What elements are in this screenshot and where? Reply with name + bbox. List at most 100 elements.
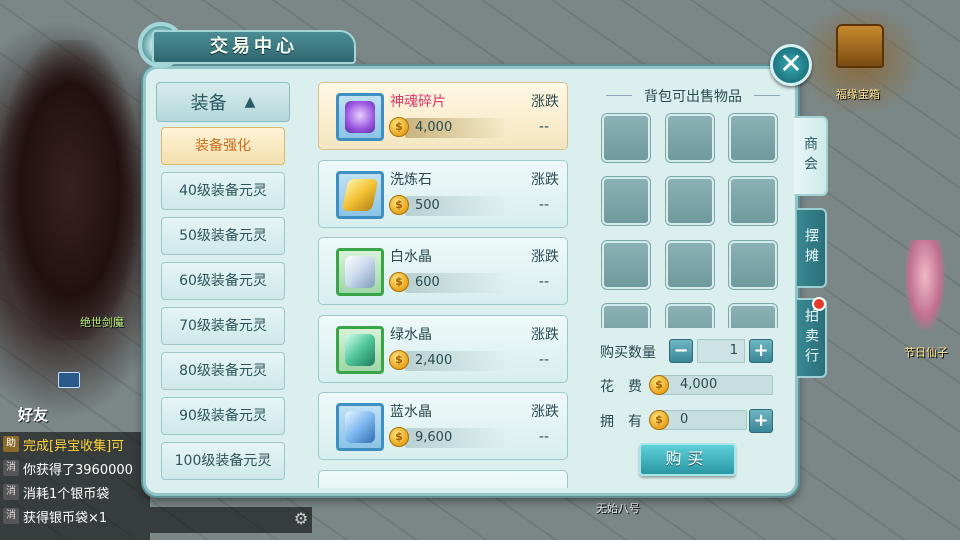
npc-festival-fairy[interactable] [905, 240, 945, 330]
chat-tag: 消 [3, 508, 19, 524]
inventory-slot[interactable] [728, 240, 778, 290]
item-glyph [345, 256, 375, 288]
owned-label: 拥 有 [600, 414, 642, 430]
notification-dot-icon [812, 297, 826, 311]
inventory-slot[interactable] [665, 303, 715, 328]
item-name: 绿水晶 [390, 327, 432, 343]
item-glyph [345, 101, 375, 133]
inventory-slot[interactable] [728, 176, 778, 226]
coin-icon: $ [649, 375, 669, 395]
sellable-items-title: 背包可出售物品 [600, 86, 786, 106]
chest-label: 福缘宝箱 [836, 88, 880, 101]
inventory-slot[interactable] [728, 113, 778, 163]
add-currency-button[interactable]: + [749, 409, 773, 433]
trend-value: -- [538, 352, 549, 368]
inventory-slot[interactable] [601, 113, 651, 163]
quantity-label: 购买数量 [600, 345, 656, 361]
chat-text: 你获得了3960000 [23, 462, 133, 478]
tab-chamber-of-commerce[interactable]: 商会 [794, 116, 828, 196]
inventory-slot[interactable] [728, 303, 778, 328]
buy-button[interactable]: 购买 [639, 443, 736, 476]
npc-sword-demon[interactable] [0, 40, 140, 340]
item-price: 500 [415, 198, 440, 213]
item-card[interactable]: 白水晶 涨跌 $ 600 -- [318, 237, 568, 305]
chat-log[interactable]: 助完成[异宝收集]可 消你获得了3960000 消消耗1个银币袋 消获得银币袋×… [0, 432, 150, 540]
inventory-slot[interactable] [665, 240, 715, 290]
item-glyph [345, 334, 375, 366]
close-button[interactable]: ✕ [770, 44, 812, 86]
coin-icon: $ [389, 427, 409, 447]
trend-value: -- [538, 429, 549, 445]
item-price: 2,400 [415, 353, 453, 368]
category-item[interactable]: 80级装备元灵 [161, 352, 285, 390]
cost-value: 4,000 [657, 375, 773, 395]
category-header-label: 装备 [190, 93, 227, 114]
mail-icon[interactable] [58, 372, 80, 388]
inventory-slot[interactable] [601, 303, 651, 328]
category-item[interactable]: 100级装备元灵 [161, 442, 285, 480]
item-name: 白水晶 [390, 249, 432, 265]
item-list[interactable]: 神魂碎片 涨跌 $ 4,000 -- 洗炼石 涨跌 $ 500 -- 白水晶 涨… [312, 76, 582, 488]
trend-label: 涨跌 [531, 94, 559, 110]
inventory-slot[interactable] [665, 176, 715, 226]
refine-stone-icon [336, 171, 384, 219]
chat-tag: 消 [3, 484, 19, 500]
chat-input-bar[interactable] [150, 507, 312, 533]
blue-crystal-icon [336, 403, 384, 451]
npc-left-label: 绝世剑魔 [80, 316, 124, 329]
chat-row: 消获得银币袋×1 [0, 504, 150, 528]
panel-title: 交易中心 [152, 30, 356, 64]
chat-row: 消你获得了3960000 [0, 456, 150, 480]
coin-icon: $ [389, 350, 409, 370]
green-crystal-icon [336, 326, 384, 374]
inventory-slot[interactable] [665, 113, 715, 163]
item-card[interactable] [318, 470, 568, 488]
coin-icon: $ [649, 410, 669, 430]
category-item[interactable]: 90级装备元灵 [161, 397, 285, 435]
cost-label: 花 费 [600, 379, 642, 395]
chat-row: 助完成[异宝收集]可 [0, 432, 150, 456]
category-item[interactable]: 60级装备元灵 [161, 262, 285, 300]
soul-shard-icon [336, 93, 384, 141]
item-name: 蓝水晶 [390, 404, 432, 420]
quantity-plus-button[interactable]: + [749, 339, 773, 363]
item-card[interactable]: 洗炼石 涨跌 $ 500 -- [318, 160, 568, 228]
npc-bottom-label: 无始八号 [596, 502, 640, 515]
item-card[interactable]: 蓝水晶 涨跌 $ 9,600 -- [318, 392, 568, 460]
trend-label: 涨跌 [531, 172, 559, 188]
white-crystal-icon [336, 248, 384, 296]
caret-up-icon: ▲ [244, 94, 256, 110]
friends-button[interactable]: 好友 [18, 404, 48, 425]
treasure-chest-icon[interactable] [836, 24, 884, 68]
coin-icon: $ [389, 195, 409, 215]
quantity-input[interactable]: 1 [697, 339, 745, 363]
inventory-slot[interactable] [601, 176, 651, 226]
item-card[interactable]: 绿水晶 涨跌 $ 2,400 -- [318, 315, 568, 383]
category-header-equipment[interactable]: 装备 ▲ [156, 82, 290, 122]
category-item[interactable]: 50级装备元灵 [161, 217, 285, 255]
sellable-items-grid[interactable] [598, 108, 788, 328]
owned-value: 0 [657, 410, 747, 430]
item-card[interactable]: 神魂碎片 涨跌 $ 4,000 -- [318, 82, 568, 150]
tab-stall[interactable]: 摆摊 [797, 208, 827, 288]
gear-icon[interactable]: ⚙ [292, 510, 310, 528]
category-item[interactable]: 装备强化 [161, 127, 285, 165]
item-name: 洗炼石 [390, 172, 432, 188]
chat-text: 消耗1个银币袋 [23, 486, 110, 502]
category-item[interactable]: 40级装备元灵 [161, 172, 285, 210]
trend-label: 涨跌 [531, 404, 559, 420]
item-name: 神魂碎片 [390, 94, 446, 110]
chat-tag: 助 [3, 436, 19, 452]
chat-text: 完成[异宝收集]可 [23, 438, 125, 454]
item-price: 600 [415, 275, 440, 290]
item-glyph [345, 411, 375, 443]
trend-value: -- [538, 197, 549, 213]
trend-label: 涨跌 [531, 327, 559, 343]
chat-tag: 消 [3, 460, 19, 476]
chat-row: 消消耗1个银币袋 [0, 480, 150, 504]
chat-text: 获得银币袋×1 [23, 510, 108, 526]
category-item[interactable]: 70级装备元灵 [161, 307, 285, 345]
quantity-minus-button[interactable]: − [669, 339, 693, 363]
inventory-slot[interactable] [601, 240, 651, 290]
fairy-label: 节日仙子 [904, 346, 948, 359]
